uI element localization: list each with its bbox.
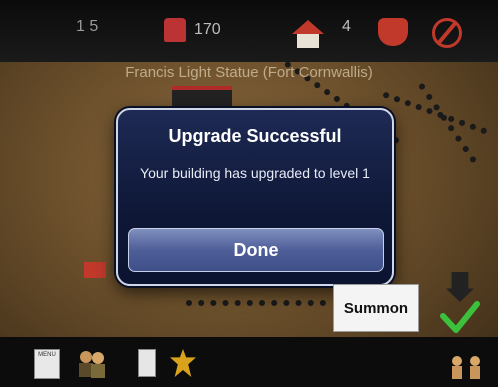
hud-noentry[interactable] <box>432 18 462 48</box>
house-icon <box>292 20 324 48</box>
hud-resource[interactable]: 170 <box>164 18 221 42</box>
checkmark-icon[interactable] <box>440 300 480 334</box>
characters-icon[interactable] <box>76 349 108 379</box>
down-arrow-icon <box>446 272 474 302</box>
location-title: Francis Light Statue (Fort Cornwallis) <box>125 64 373 81</box>
dialog-message: Your building has upgraded to level 1 <box>140 165 370 181</box>
resource-icon <box>164 18 186 42</box>
bottom-toolbar: MENU <box>0 337 498 387</box>
upgrade-dialog: Upgrade Successful Your building has upg… <box>116 108 394 286</box>
shield-icon <box>378 18 408 46</box>
map-path <box>186 300 326 306</box>
hud-houses[interactable]: 4 <box>292 18 351 48</box>
top-hud: 1 5 170 4 <box>0 0 498 62</box>
menu-icon[interactable]: MENU <box>34 349 60 379</box>
dialog-title: Upgrade Successful <box>168 126 342 146</box>
badge-icon[interactable] <box>170 349 196 377</box>
hud-counter: 1 5 <box>76 18 99 35</box>
hud-shield[interactable] <box>378 18 408 46</box>
summon-button[interactable]: Summon <box>333 284 419 332</box>
no-entry-icon <box>432 18 462 48</box>
card-icon[interactable] <box>138 349 156 377</box>
friends-icon[interactable] <box>446 355 486 379</box>
map-building-marker[interactable] <box>84 262 106 278</box>
map-path <box>382 91 488 135</box>
menu-icon-label: MENU <box>38 352 56 358</box>
resource-count: 170 <box>194 21 221 38</box>
game-screen: 1 5 170 4 Francis Light Statue (Fort Cor… <box>0 0 498 387</box>
houses-count: 4 <box>342 18 351 35</box>
done-button[interactable]: Done <box>128 228 384 272</box>
